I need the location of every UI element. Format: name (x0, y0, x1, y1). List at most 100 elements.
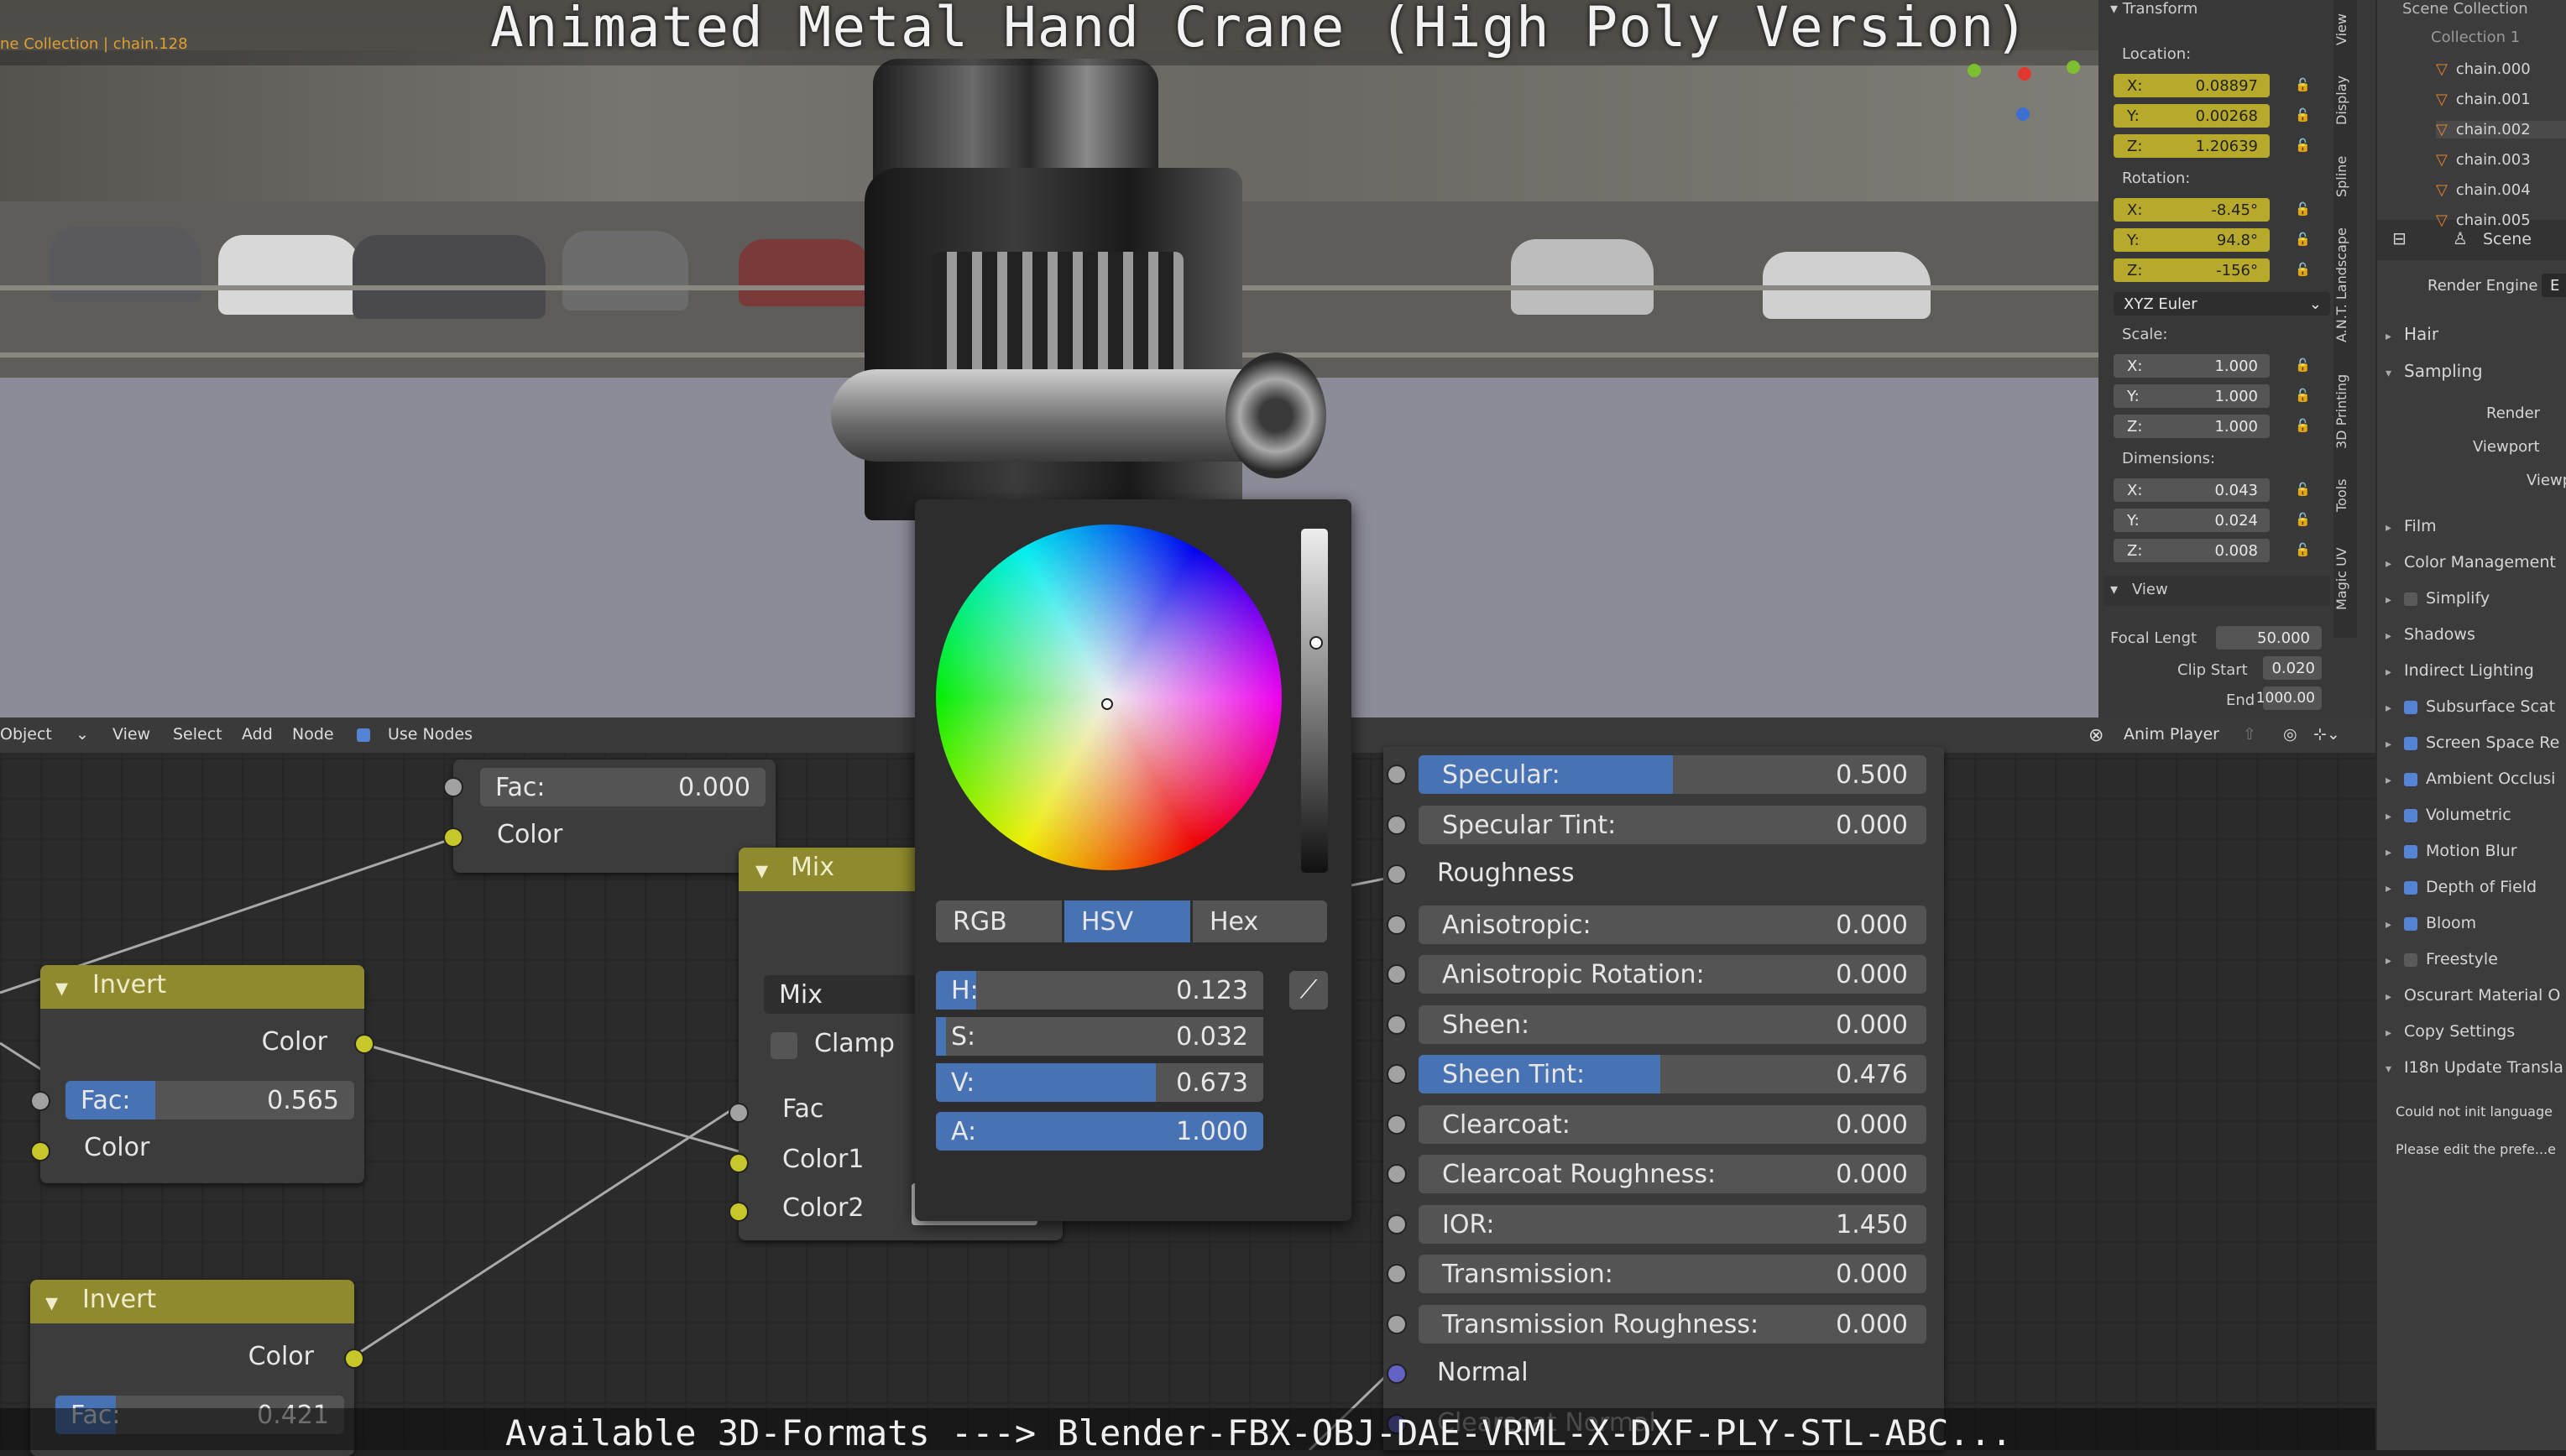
principled-field[interactable]: Sheen Tint: 0.476 (1419, 1055, 1926, 1093)
outliner-item[interactable]: ▽ chain.002 (2436, 121, 2566, 138)
value-slider-handle[interactable] (1309, 636, 1323, 650)
input-socket[interactable] (1388, 1166, 1405, 1182)
fac-field[interactable]: Fac: 0.000 (480, 768, 766, 806)
section-item[interactable]: ▸ Oscurart Material O (2386, 986, 2560, 1005)
section-checkbox[interactable] (2404, 736, 2417, 750)
crane-wheel[interactable] (1226, 352, 1326, 478)
tab-magic-uv[interactable]: Magic UV (2333, 537, 2357, 621)
lock-icon[interactable]: 🔓 (2295, 482, 2311, 497)
upload-icon[interactable]: ⇧ (2243, 725, 2256, 744)
scale-field-1[interactable]: Y: 1.000 (2114, 384, 2270, 408)
principled-field[interactable]: Sheen: 0.000 (1419, 1005, 1926, 1044)
dimensions-field-2[interactable]: Z: 0.008 (2114, 539, 2270, 562)
use-nodes-checkbox[interactable] (357, 728, 370, 742)
input-socket[interactable] (1388, 1315, 1405, 1333)
section-item[interactable]: ▸ Copy Settings (2386, 1022, 2515, 1041)
invert-node-header[interactable]: ▾ Invert (40, 965, 364, 1009)
lock-icon[interactable]: 🔓 (2295, 357, 2311, 373)
principled-field[interactable]: Specular Tint: 0.000 (1419, 805, 1926, 844)
dimensions-field-1[interactable]: Y: 0.024 (2114, 509, 2270, 532)
lock-icon[interactable]: 🔓 (2295, 388, 2311, 403)
gizmo-x-axis[interactable] (2018, 67, 2031, 81)
location-field-0[interactable]: X: 0.08897 (2114, 74, 2270, 97)
tab-tools[interactable]: Tools (2333, 470, 2357, 520)
section-item[interactable]: ▸ Indirect Lighting (2386, 661, 2534, 680)
location-field-2[interactable]: Z: 1.20639 (2114, 134, 2270, 158)
principled-field[interactable]: Clearcoat Roughness: 0.000 (1419, 1155, 1926, 1193)
outliner-header[interactable]: Scene Collection (2402, 0, 2528, 18)
section-checkbox[interactable] (2404, 772, 2417, 786)
outliner-item[interactable]: ▽ chain.003 (2436, 151, 2531, 169)
section-item[interactable]: ▸ Ambient Occlusi (2386, 770, 2555, 788)
section-sampling[interactable]: ▾ Sampling (2386, 361, 2483, 381)
socket-fac[interactable] (445, 779, 462, 796)
socket-fac[interactable] (730, 1104, 747, 1121)
fac-slider[interactable]: Fac: 0.565 (65, 1081, 354, 1119)
section-checkbox[interactable] (2404, 952, 2417, 967)
input-socket[interactable] (1388, 1365, 1405, 1382)
input-socket[interactable] (1388, 1215, 1405, 1233)
node-partial-top[interactable]: Fac: 0.000 Color (445, 759, 776, 873)
tab-ant-landscape[interactable]: A.N.T. Landscape (2333, 218, 2357, 352)
hue-slider[interactable]: H: 0.123 (936, 971, 1263, 1010)
principled-field[interactable]: IOR: 1.450 (1419, 1204, 1926, 1244)
outliner-item[interactable]: ▽ chain.000 (2436, 60, 2531, 78)
socket-output-color[interactable] (356, 1036, 373, 1052)
tab-view[interactable]: View (2333, 8, 2357, 50)
anim-player-button[interactable]: Anim Player (2124, 725, 2219, 744)
clip-start-field[interactable]: 0.020 (2263, 656, 2322, 680)
section-item[interactable]: ▸ Film (2386, 517, 2437, 535)
menu-select[interactable]: Select (173, 725, 222, 744)
lock-icon[interactable]: 🔓 (2295, 107, 2311, 123)
socket-input-color[interactable] (32, 1143, 49, 1160)
lock-icon[interactable]: 🔓 (2295, 262, 2311, 277)
render-engine-select[interactable]: E (2542, 274, 2566, 297)
dimensions-field-0[interactable]: X: 0.043 (2114, 478, 2270, 502)
section-item[interactable]: ▸ Depth of Field (2386, 878, 2537, 896)
lock-icon[interactable]: 🔓 (2295, 418, 2311, 433)
input-socket[interactable] (1388, 816, 1405, 833)
rotation-mode-select[interactable]: XYZ Euler ⌄ (2114, 292, 2330, 316)
lock-icon[interactable]: 🔓 (2295, 512, 2311, 527)
scale-field-2[interactable]: Z: 1.000 (2114, 415, 2270, 438)
section-checkbox[interactable] (2404, 700, 2417, 714)
lock-icon[interactable]: 🔓 (2295, 201, 2311, 217)
principled-field[interactable]: Anisotropic: 0.000 (1419, 905, 1926, 944)
saturation-slider[interactable]: S: 0.032 (936, 1017, 1263, 1056)
section-item[interactable]: ▸ Freestyle (2386, 950, 2498, 968)
input-socket[interactable] (1388, 1015, 1405, 1033)
section-item[interactable]: ▾ I18n Update Transla (2386, 1058, 2563, 1077)
hsv-color-wheel[interactable] (936, 524, 1282, 870)
section-checkbox[interactable] (2404, 916, 2417, 931)
input-socket[interactable] (1388, 1066, 1405, 1083)
rotation-field-1[interactable]: Y: 94.8° (2114, 228, 2270, 252)
outliner-item[interactable]: ▽ chain.001 (2436, 91, 2531, 108)
scale-field-0[interactable]: X: 1.000 (2114, 354, 2270, 378)
mode-rgb-button[interactable]: RGB (936, 900, 1062, 942)
invert-node-header[interactable]: ▾ Invert (30, 1280, 354, 1323)
focal-length-field[interactable]: 50.000 (2216, 626, 2322, 650)
tab-display[interactable]: Display (2333, 67, 2357, 134)
section-item[interactable]: ▸ Simplify (2386, 589, 2490, 608)
eyedropper-icon[interactable]: ⟋ (1289, 971, 1328, 1010)
section-item[interactable]: ▸ Volumetric (2386, 806, 2511, 824)
snap-icon[interactable]: ⊹⌄ (2313, 725, 2340, 744)
principled-bsdf-node[interactable] (1383, 747, 1944, 1450)
mode-hex-button[interactable]: Hex (1193, 900, 1327, 942)
section-item[interactable]: ▸ Bloom (2386, 914, 2476, 932)
gizmo-y-axis[interactable] (1968, 64, 1981, 77)
tab-spline[interactable]: Spline (2333, 147, 2357, 206)
section-item[interactable]: ▸ Shadows (2386, 625, 2475, 644)
section-item[interactable]: ▸ Color Management (2386, 553, 2556, 571)
input-socket[interactable] (1388, 866, 1405, 883)
lock-icon[interactable]: 🔓 (2295, 542, 2311, 557)
section-checkbox[interactable] (2404, 808, 2417, 822)
alpha-slider[interactable]: A: 1.000 (936, 1112, 1263, 1151)
principled-field[interactable]: Transmission Roughness: 0.000 (1419, 1304, 1926, 1344)
input-socket[interactable] (1388, 766, 1405, 783)
rotation-field-2[interactable]: Z: -156° (2114, 258, 2270, 282)
section-checkbox[interactable] (2404, 880, 2417, 895)
mode-select[interactable]: Object ⌄ (0, 723, 92, 748)
principled-field[interactable]: Anisotropic Rotation: 0.000 (1419, 955, 1926, 994)
clip-end-field[interactable]: 1000.00 (2256, 686, 2322, 710)
